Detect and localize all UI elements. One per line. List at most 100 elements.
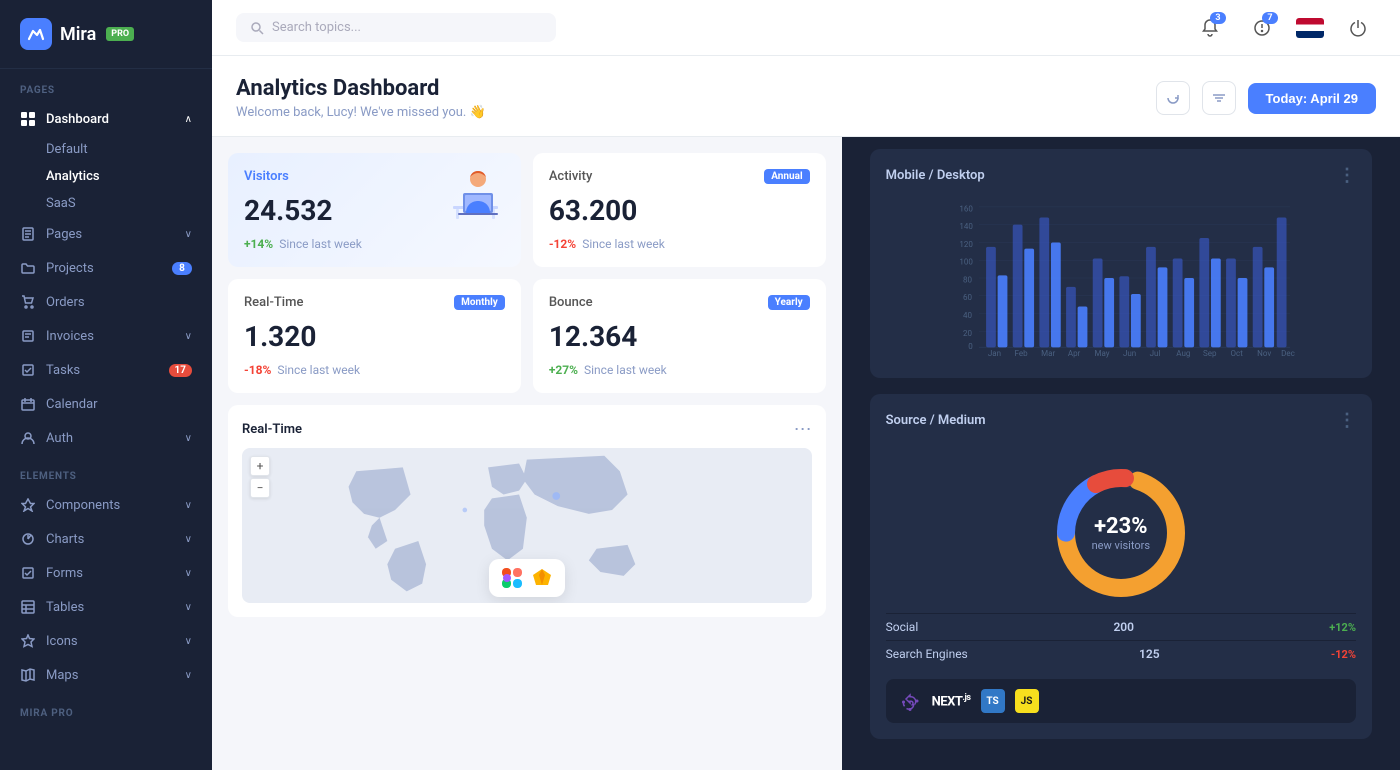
map-zoom-out[interactable]: − [250,478,270,498]
tech-logos-light [489,559,565,597]
right-panel: Mobile / Desktop ⋮ 160 140 120 100 80 60 [842,137,1400,770]
sketch-icon [531,567,553,589]
file-icon [20,226,36,242]
alerts-count: 7 [1262,12,1278,24]
sidebar-label-tasks: Tasks [46,363,80,378]
power-button[interactable] [1340,10,1376,46]
filter-button[interactable] [1202,81,1236,115]
sidebar-label-tables: Tables [46,600,84,615]
alerts-button[interactable]: 7 [1244,10,1280,46]
flag-icon [1296,18,1324,38]
realtime-map-card: Real-Time ⋯ + − [228,405,826,617]
sidebar-item-forms[interactable]: Forms ∨ [0,556,212,590]
svg-text:140: 140 [959,222,973,231]
visitors-footer: +14% Since last week [244,237,505,251]
chevron-icon-charts: ∨ [185,534,192,545]
sidebar-label-pages: Pages [46,227,82,242]
activity-badge: Annual [764,169,809,184]
svg-text:Aug: Aug [1176,349,1190,358]
svg-text:Feb: Feb [1014,349,1028,358]
svg-text:Oct: Oct [1230,349,1243,358]
source-row-search: Search Engines 125 -12% [886,640,1356,667]
sidebar-item-tasks[interactable]: Tasks 17 [0,353,212,387]
notifications-count: 3 [1210,12,1226,24]
sidebar-item-icons[interactable]: Icons ∨ [0,624,212,658]
sidebar-label-invoices: Invoices [46,329,94,344]
source-medium-card: Source / Medium ⋮ [870,394,1372,739]
header-icons: 3 7 [1192,10,1376,46]
chevron-icon-maps: ∨ [185,670,192,681]
auth-icon [20,430,36,446]
figma-logo-card [489,559,565,597]
sidebar-item-tables[interactable]: Tables ∨ [0,590,212,624]
refresh-button[interactable] [1156,81,1190,115]
section-mirapro: MIRA PRO [0,692,212,725]
map-zoom-in[interactable]: + [250,456,270,476]
bounce-change: +27% [549,363,578,377]
tech-logos-dark: NEXT.js TS JS [886,679,1356,723]
search-box[interactable]: Search topics... [236,13,556,42]
page-title-section: Analytics Dashboard Welcome back, Lucy! … [236,76,1156,120]
sidebar-item-invoices[interactable]: Invoices ∨ [0,319,212,353]
sidebar-label-components: Components [46,498,120,513]
sidebar-item-calendar[interactable]: Calendar [0,387,212,421]
sidebar-sub-analytics[interactable]: Analytics [0,163,212,190]
svg-text:Mar: Mar [1041,349,1055,358]
tasks-icon [20,362,36,378]
donut-subtitle: new visitors [1092,539,1150,552]
left-panel: Visitors [212,137,842,770]
chevron-icon-forms: ∨ [185,568,192,579]
sidebar-sub-saas[interactable]: SaaS [0,190,212,217]
sidebar-item-components[interactable]: Components ∨ [0,488,212,522]
mobile-desktop-menu[interactable]: ⋮ [1338,165,1356,186]
source-search-value: 125 [1139,647,1160,661]
sidebar-label-dashboard: Dashboard [46,112,109,127]
mobile-desktop-chart: 160 140 120 100 80 60 40 20 0 [886,198,1356,358]
map-menu-button[interactable]: ⋯ [794,419,812,440]
invoice-icon [20,328,36,344]
svg-text:80: 80 [963,275,972,284]
source-social-value: 200 [1113,620,1134,634]
pro-badge: PRO [106,27,134,41]
activity-card: Activity Annual 63.200 -12% Since last w… [533,153,826,267]
logo-icon [20,18,52,50]
chevron-icon-tables: ∨ [185,602,192,613]
sidebar-item-projects[interactable]: Projects 8 [0,251,212,285]
notifications-button[interactable]: 3 [1192,10,1228,46]
sidebar-item-dashboard[interactable]: Dashboard ∧ [0,102,212,136]
search-icon [250,21,264,35]
maps-icon [20,667,36,683]
grid-icon [20,111,36,127]
source-search-name: Search Engines [886,647,968,661]
sidebar-label-icons: Icons [46,634,78,649]
today-button[interactable]: Today: April 29 [1248,83,1376,114]
realtime-badge: Monthly [454,295,505,310]
map-controls: + − [250,456,270,498]
content-wrapper: Visitors [212,137,1400,770]
left-inner: Visitors [212,137,842,770]
projects-badge: 8 [172,262,192,275]
svg-text:Apr: Apr [1067,349,1080,358]
sidebar-item-orders[interactable]: Orders [0,285,212,319]
sidebar-label-charts: Charts [46,532,84,547]
source-medium-menu[interactable]: ⋮ [1338,410,1356,431]
cart-icon [20,294,36,310]
sidebar-item-maps[interactable]: Maps ∨ [0,658,212,692]
source-social-change: +12% [1329,621,1356,634]
sidebar-sub-default[interactable]: Default [0,136,212,163]
folder-icon [20,260,36,276]
visitor-illustration [438,161,513,226]
icons-icon [20,633,36,649]
sidebar-item-pages[interactable]: Pages ∨ [0,217,212,251]
svg-text:40: 40 [963,311,972,320]
source-social-name: Social [886,620,919,634]
mobile-desktop-card: Mobile / Desktop ⋮ 160 140 120 100 80 60 [870,149,1372,378]
chevron-icon: ∧ [185,114,192,125]
sidebar-label-orders: Orders [46,295,85,310]
figma-icon [501,567,523,589]
donut-container: +23% new visitors [886,443,1356,613]
sidebar-item-charts[interactable]: Charts ∨ [0,522,212,556]
sidebar-label-projects: Projects [46,261,94,276]
section-pages: PAGES [0,69,212,102]
sidebar-item-auth[interactable]: Auth ∨ [0,421,212,455]
